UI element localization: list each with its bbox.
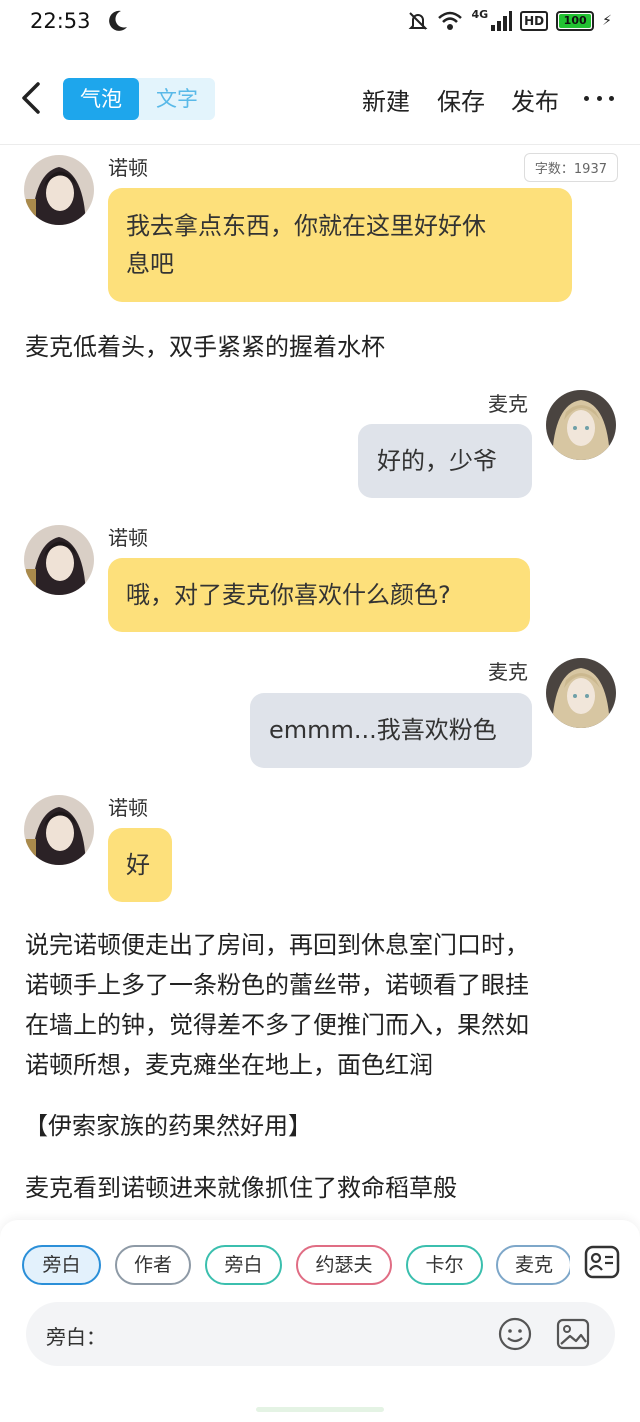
avatar-mike[interactable]: [546, 390, 616, 460]
mute-icon: [409, 12, 428, 30]
network-type: 4G: [471, 8, 489, 21]
role-chip-narrator[interactable]: 旁白: [22, 1245, 101, 1285]
more-dot: [609, 95, 614, 101]
avatar-norton[interactable]: [24, 525, 94, 595]
hd-badge: HD: [520, 11, 549, 31]
bubble-text-line: emmm...我喜欢粉色: [269, 716, 497, 744]
battery-level: 100: [559, 14, 592, 28]
narration-line: 在墙上的钟，觉得差不多了便推门而入，果然如: [25, 1011, 529, 1039]
signal-icon: [491, 11, 513, 31]
mode-toggle: 气泡 文字: [63, 78, 215, 120]
narration-text[interactable]: 麦克低着头，双手紧紧的握着水杯: [25, 327, 385, 367]
chat-bubble-left[interactable]: 哦，对了麦克你喜欢什么颜色?: [108, 558, 530, 632]
status-icons: 4G HD 100 ⚡: [407, 8, 612, 34]
avatar-norton[interactable]: [24, 155, 94, 225]
word-count-badge: 字数：1937: [523, 153, 618, 182]
home-indicator: [256, 1407, 384, 1412]
role-chip-joseph[interactable]: 约瑟夫: [296, 1245, 392, 1285]
role-chips: 旁白 作者 旁白 约瑟夫 卡尔 麦克: [22, 1245, 570, 1285]
emoji-icon[interactable]: [497, 1316, 533, 1352]
input-role-label: 旁白：: [46, 1325, 106, 1349]
status-time: 22:53: [30, 9, 91, 33]
chat-bubble-left[interactable]: 好: [108, 828, 172, 902]
image-icon[interactable]: [555, 1316, 591, 1352]
narration-text[interactable]: 【伊索家族的药果然好用】: [24, 1106, 312, 1146]
charging-icon: ⚡: [602, 13, 612, 29]
speaker-name: 诺顿: [108, 156, 148, 180]
more-dot: [584, 95, 589, 101]
bubble-text-line: 我去拿点东西，你就在这里好好休: [126, 212, 486, 240]
role-chip-karl[interactable]: 卡尔: [406, 1245, 483, 1285]
role-cards-icon[interactable]: [584, 1244, 620, 1280]
narration-line: 麦克看到诺顿进来就像抓住了救命稻草般: [25, 1174, 457, 1202]
chat-bubble-left[interactable]: 我去拿点东西，你就在这里好好休 息吧: [108, 188, 572, 302]
bubble-text-line: 哦，对了麦克你喜欢什么颜色?: [126, 581, 451, 609]
avatar-norton-image: [24, 525, 94, 595]
narration-line: 诺顿手上多了一条粉色的蕾丝带，诺顿看了眼挂: [25, 971, 529, 999]
avatar-mike-image: [546, 390, 616, 460]
bubble-text-line: 好的，少爷: [377, 447, 497, 475]
speaker-name: 麦克: [488, 392, 528, 416]
chat-bubble-right[interactable]: emmm...我喜欢粉色: [250, 693, 532, 768]
avatar-mike[interactable]: [546, 658, 616, 728]
speaker-name: 诺顿: [108, 796, 148, 820]
narration-text[interactable]: 麦克看到诺顿进来就像抓住了救命稻草般: [25, 1168, 457, 1208]
speaker-name: 麦克: [488, 660, 528, 684]
narration-line: 说完诺顿便走出了房间，再回到休息室门口时，: [25, 931, 529, 959]
tab-bubble[interactable]: 气泡: [63, 78, 139, 120]
publish-button[interactable]: 发布: [511, 82, 559, 117]
bottom-panel: 旁白 作者 旁白 约瑟夫 卡尔 麦克 旁白：: [0, 1220, 640, 1422]
avatar-mike-image: [546, 658, 616, 728]
moon-icon: [109, 10, 127, 31]
speaker-name: 诺顿: [108, 526, 148, 550]
new-button[interactable]: 新建: [362, 82, 410, 117]
back-arrow-icon[interactable]: [14, 76, 50, 120]
chat-bubble-right[interactable]: 好的，少爷: [358, 424, 532, 498]
narration-line: 麦克低着头，双手紧紧的握着水杯: [25, 333, 385, 361]
avatar-norton-image: [24, 155, 94, 225]
tab-text[interactable]: 文字: [139, 78, 215, 120]
message-input[interactable]: 旁白：: [26, 1302, 615, 1366]
more-dot: [596, 95, 602, 101]
save-button[interactable]: 保存: [437, 82, 485, 117]
wifi-icon: [438, 11, 463, 30]
header-divider: [0, 144, 640, 145]
bubble-text-line: 好: [126, 851, 150, 879]
narration-line: 诺顿所想，麦克瘫坐在地上，面色红润: [25, 1051, 433, 1079]
avatar-norton-image: [24, 795, 94, 865]
avatar-norton[interactable]: [24, 795, 94, 865]
narration-text[interactable]: 说完诺顿便走出了房间，再回到休息室门口时， 诺顿手上多了一条粉色的蕾丝带，诺顿看…: [25, 925, 529, 1085]
more-icon[interactable]: [584, 86, 614, 110]
role-chip-mike[interactable]: 麦克: [496, 1245, 570, 1285]
top-bar: 气泡 文字 新建 保存 发布: [0, 62, 640, 138]
battery-icon: 100: [556, 11, 595, 31]
role-chip-author[interactable]: 作者: [115, 1245, 191, 1285]
role-chip-narrator[interactable]: 旁白: [205, 1245, 282, 1285]
narration-line: 【伊索家族的药果然好用】: [24, 1112, 312, 1140]
bubble-text-line: 息吧: [126, 250, 174, 278]
status-bar: 22:53 4G HD 100 ⚡: [0, 0, 640, 44]
